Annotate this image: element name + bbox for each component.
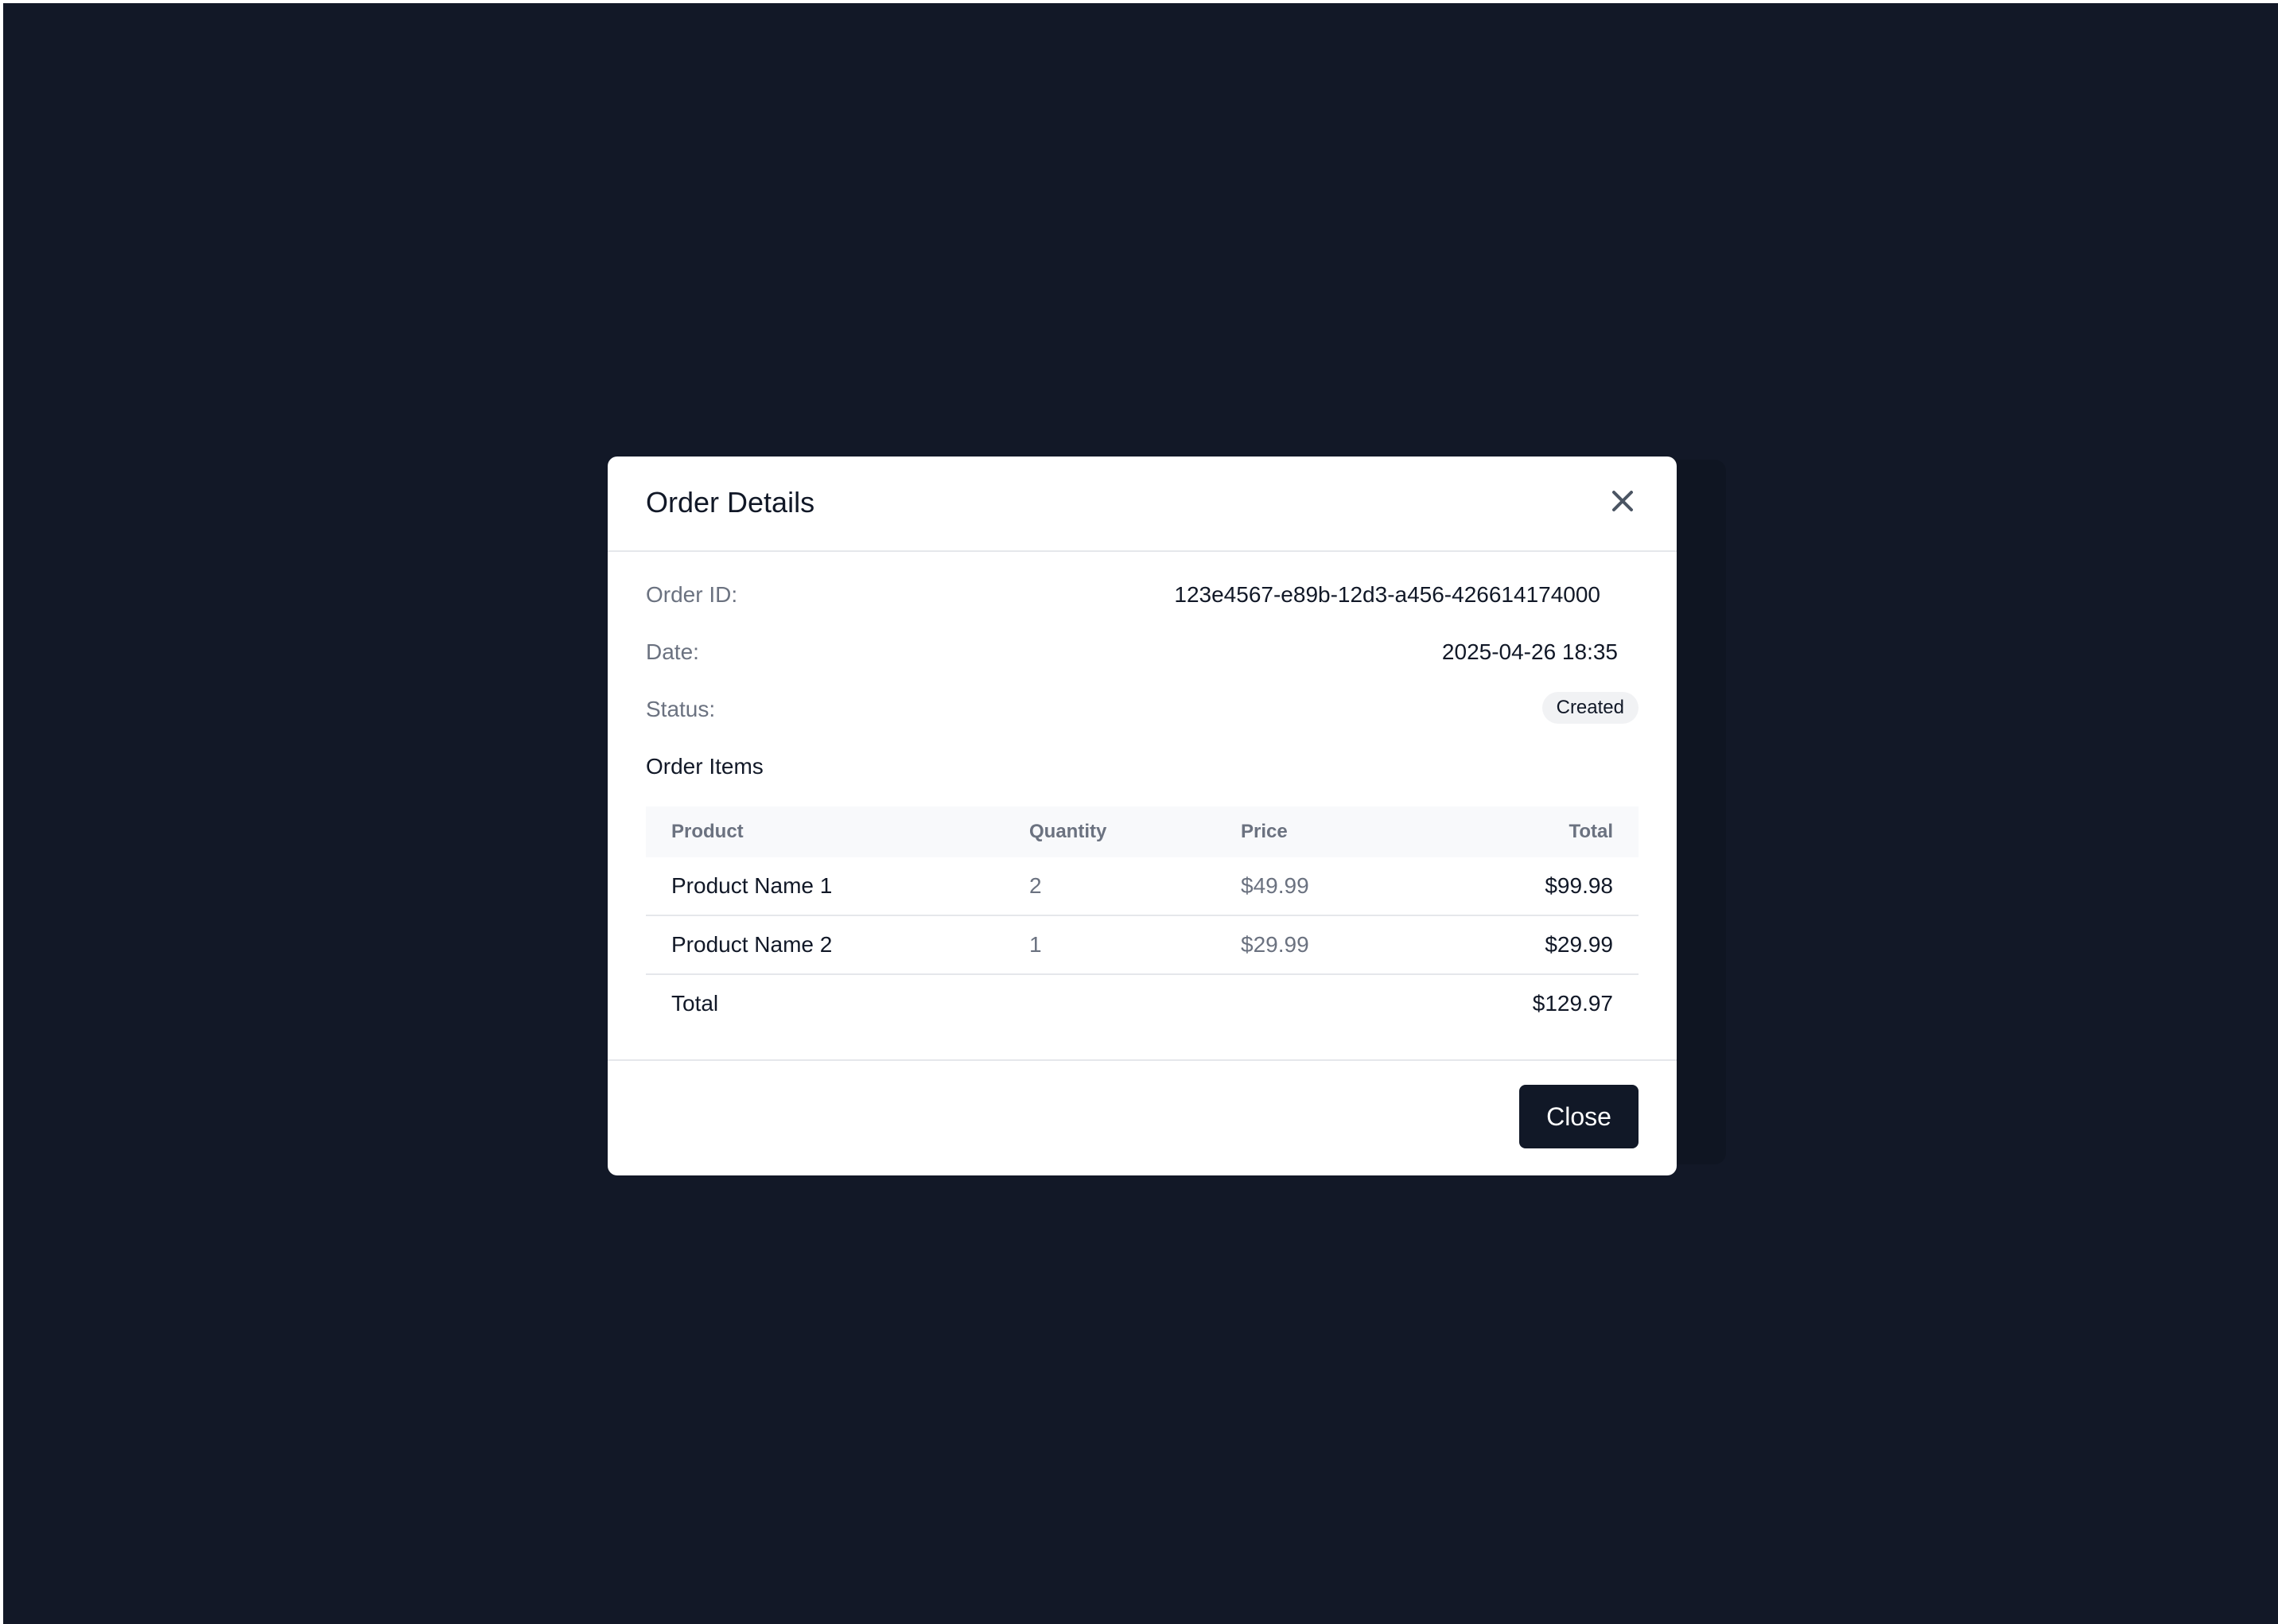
total-label: Total	[671, 991, 719, 1016]
table-row: Product Name 1 2 $49.99 $99.98	[646, 857, 1639, 916]
line-total: $99.98	[1545, 873, 1613, 898]
dialog-header: Order Details	[608, 457, 1677, 552]
order-id-value: 123e4567-e89b-12d3-a456-426614174000	[1174, 582, 1600, 607]
table-header: Product Quantity Price Total	[646, 806, 1639, 857]
product-name: Product Name 2	[671, 932, 833, 957]
date-label: Date:	[646, 639, 699, 664]
column-header-product: Product	[671, 821, 744, 842]
close-icon-glyph	[1612, 491, 1633, 511]
unit-price: $29.99	[1241, 932, 1309, 957]
product-name: Product Name 1	[671, 873, 833, 898]
status-label: Status:	[646, 697, 716, 721]
table-total-row: Total $129.97	[646, 975, 1639, 1034]
order-details-dialog: Order Details Order ID: 123e4567-e89b-12…	[608, 457, 1677, 1175]
order-total: $129.97	[1532, 991, 1613, 1016]
unit-price: $49.99	[1241, 873, 1309, 898]
order-id-label: Order ID:	[646, 582, 738, 607]
quantity: 2	[1029, 873, 1042, 898]
screen: Order Details Order ID: 123e4567-e89b-12…	[0, 0, 2278, 1624]
column-header-price: Price	[1241, 821, 1288, 842]
column-header-quantity: Quantity	[1029, 821, 1107, 842]
status-badge: Created	[1541, 692, 1639, 724]
close-icon[interactable]	[1607, 485, 1639, 517]
date-value: 2025-04-26 18:35	[1441, 639, 1618, 664]
dialog-title: Order Details	[646, 486, 815, 519]
line-total: $29.99	[1545, 932, 1613, 957]
close-button[interactable]: Close	[1519, 1085, 1639, 1148]
order-items-heading: Order Items	[646, 754, 764, 779]
column-header-total: Total	[1569, 821, 1613, 842]
dialog-footer: Close	[608, 1059, 1677, 1175]
order-items-table: Product Quantity Price Total Product Nam…	[646, 806, 1639, 1034]
quantity: 1	[1029, 932, 1042, 957]
table-row: Product Name 2 1 $29.99 $29.99	[646, 916, 1639, 975]
